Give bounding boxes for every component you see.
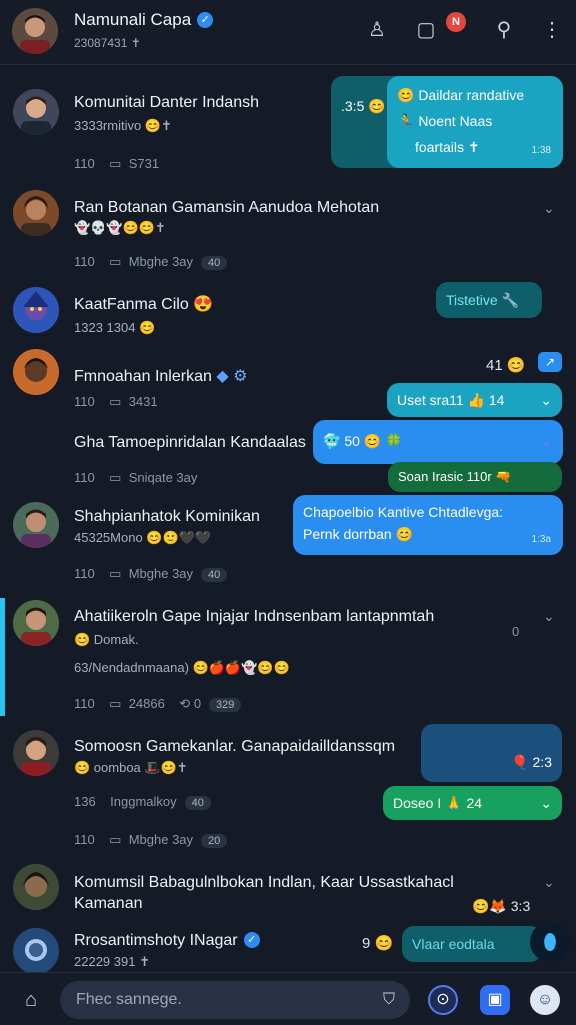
row-title: Rrosantimshoty INagar ✓	[74, 932, 260, 950]
gallery-icon[interactable]: ▣	[480, 985, 510, 1015]
chevron-down-icon[interactable]: ⌄	[543, 200, 555, 217]
row-meta: 110 ▭ 24866 ⟲ 0 329	[74, 696, 242, 712]
row-title: Fmnoahan Inlerkan ◆ ⚙	[74, 368, 248, 385]
share-icon[interactable]: ↗	[538, 352, 562, 372]
message-text: Chapoelbio Kantive Chtadlevga:	[303, 504, 504, 520]
message-bubble[interactable]: 🥶 50 😊 🍀 ⌄	[313, 420, 563, 464]
row-meta: 110 ▭ Mbghe 3ay 40	[74, 566, 228, 582]
message-text: 😊 Daildar randative	[397, 87, 525, 103]
avatar	[13, 730, 59, 776]
message-text: 🏃 Noent Naas	[397, 113, 493, 129]
message-bubble[interactable]: Uset sra11 👍 14 ⌄	[387, 383, 562, 417]
row-subtitle: 45325Mono 😊🙂🖤🖤	[74, 530, 212, 545]
chevron-down-icon[interactable]: ⌄	[540, 792, 552, 814]
row-title: Ahatiikeroln Gape Injajar Indnsenbam lan…	[74, 608, 435, 625]
message-time: 1:38	[531, 145, 551, 156]
avatar	[13, 502, 59, 548]
calendar-icon[interactable]: ▢	[412, 16, 440, 44]
count-badge: 329	[209, 698, 242, 712]
row-title: Ran Botanan Gamansin Aanudoa Mehotan	[74, 199, 380, 216]
attachment-icon[interactable]: ⛉	[374, 985, 404, 1015]
row-meta: 110 ▭ Mbghe 3ay 40	[74, 254, 228, 270]
check-badge-icon: ✓	[197, 12, 214, 28]
notification-badge: N	[446, 12, 466, 32]
chevron-down-icon[interactable]: ⌄	[541, 426, 553, 456]
more-icon[interactable]: ⋮	[538, 16, 566, 44]
count-badge: 40	[201, 568, 228, 582]
emoji-icon[interactable]: ☺	[530, 985, 560, 1015]
chevron-down-icon[interactable]: ⌄	[540, 389, 552, 411]
avatar	[13, 287, 59, 333]
avatar	[13, 928, 59, 974]
message-input[interactable]	[60, 981, 410, 1019]
row-title: Somoosn Gamekanlar. Ganapaidailldanssqm	[74, 738, 396, 755]
row-meta: 110 ▭ S731	[74, 156, 160, 171]
avatar	[13, 864, 59, 910]
mic-icon[interactable]: ⬮	[530, 922, 570, 962]
row-title: KaatFanma Cilo 😍	[74, 296, 214, 313]
count-badge: 40	[201, 256, 228, 270]
reaction-count: 41 😊	[486, 357, 526, 374]
row-subtitle: 22229 391 ✝	[74, 954, 150, 969]
message-bubble[interactable]: Doseo I 🙏 24 ⌄	[383, 786, 562, 820]
header-avatar[interactable]	[12, 8, 58, 54]
chevron-down-icon[interactable]: ⌄	[543, 608, 555, 625]
row-title: Kamanan	[74, 895, 143, 912]
person-icon[interactable]: ♙	[363, 16, 391, 44]
message-text: foartails ✝	[415, 139, 480, 155]
message-bubble[interactable]: Vlaar eodtala	[402, 926, 542, 962]
row-subtitle: 3333rmitivo 😊✝	[74, 118, 172, 133]
count-badge: 20	[201, 834, 228, 848]
row-subtitle: 😊 oomboa 🎩😊✝	[74, 760, 188, 775]
row-subtitle: 1323 1304 😊	[74, 320, 156, 335]
message-time: 0	[512, 624, 520, 639]
row-subtitle: 👻💀👻😊😊✝	[74, 220, 166, 235]
composer-bar: ⌂ ⛉ ⊙ ▣ ☺	[0, 972, 576, 1025]
check-badge-icon: ✓	[243, 932, 260, 948]
header-bar: Namunali Capa ✓ 23087431 ✝ ♙ ▢ N ⚲ ⋮	[0, 0, 576, 65]
row-title: Shahpianhatok Kominikan	[74, 508, 260, 525]
row-subtitle: 😊 Domak.	[74, 632, 139, 647]
reaction-count: 9 😊	[362, 935, 394, 952]
message-text: Pernk dorrban 😊	[303, 526, 414, 542]
row-title: Komumsil Babagulnlbokan Indlan, Kaar Uss…	[74, 874, 454, 891]
row-meta: 110 ▭ 3431	[74, 394, 158, 409]
message-bubble[interactable]: Soan Irasic 110r 🔫	[388, 462, 562, 492]
home-icon[interactable]: ⌂	[16, 985, 46, 1015]
count-badge: 40	[184, 796, 211, 810]
header-title: Namunali Capa ✓	[74, 10, 214, 30]
header-subtitle: 23087431 ✝	[74, 36, 141, 50]
avatar	[13, 349, 59, 395]
message-bubble[interactable]: Chapoelbio Kantive Chtadlevga: Pernk dor…	[293, 495, 563, 555]
search-icon[interactable]: ⚲	[490, 16, 518, 44]
row-meta: 110 ▭ Sniqate 3ay	[74, 470, 198, 485]
row-title: Komunitai Danter Indansh	[74, 94, 259, 111]
row-meta: 110 ▭ Mbghe 3ay 20	[74, 832, 228, 848]
row-meta: 136 Inggmalkoy 40	[74, 794, 211, 810]
row-title: Gha Tamoepinridalan Kandaalas	[74, 434, 306, 451]
message-time: 1:3a	[531, 534, 551, 545]
sticker-icon[interactable]: ⊙	[428, 985, 458, 1015]
avatar	[13, 600, 59, 646]
row-subtitle: 63/Nendadnmaana) 😊🍎🍎👻😊😊	[74, 660, 290, 675]
avatar	[13, 89, 59, 135]
avatar	[13, 190, 59, 236]
message-bubble[interactable]: Tistetive 🔧	[436, 282, 542, 318]
message-bubble[interactable]: 🎈 2:3	[421, 724, 562, 782]
message-bubble[interactable]: 😊 Daildar randative 🏃 Noent Naas foartai…	[387, 76, 563, 168]
reaction-count: 😊🦊 3:3	[472, 898, 531, 914]
chevron-down-icon[interactable]: ⌄	[543, 874, 555, 891]
active-indicator	[0, 598, 5, 716]
